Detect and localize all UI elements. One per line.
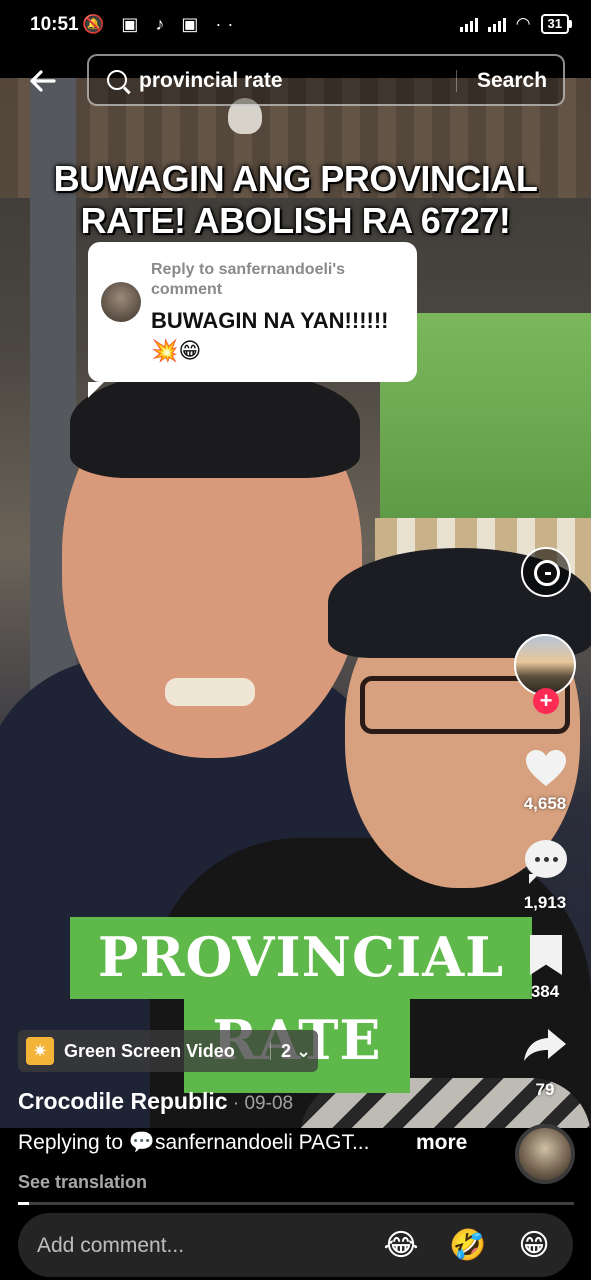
reply-comment-card[interactable]: Reply to sanfernandoeli's comment BUWAGI…	[88, 242, 417, 398]
notification-icons: 🔕 ▣ ♪ ▣ ··	[82, 14, 240, 34]
visual-search-icon[interactable]	[521, 547, 571, 597]
post-date: · 09-08	[227, 1093, 294, 1114]
caption-text: PAGT...	[292, 1131, 370, 1154]
add-comment-bar[interactable]: Add comment... 😂 🤣 😁	[18, 1213, 573, 1277]
comment-icon[interactable]	[525, 840, 567, 884]
video-headline-text: BUWAGIN ANG PROVINCIAL RATE! ABOLISH RA …	[53, 158, 538, 241]
reply-message: BUWAGIN NA YAN!!!!!! 💥😁	[151, 308, 389, 363]
status-time: 10:51	[30, 14, 79, 35]
reply-avatar	[101, 282, 141, 322]
reply-meta: Reply to sanfernandoeli's comment	[151, 261, 346, 298]
search-input[interactable]: provincial rate	[139, 69, 283, 93]
like-count: 4,658	[523, 794, 567, 813]
comment-count: 1,913	[523, 893, 567, 912]
emoji-grin-icon[interactable]: 😁	[515, 1227, 553, 1265]
person-1-hair	[70, 368, 360, 478]
search-button[interactable]: Search	[477, 69, 547, 93]
sound-disc-icon[interactable]	[515, 1124, 575, 1184]
back-arrow-svg	[30, 70, 56, 92]
video-progress-bar[interactable]	[18, 1202, 574, 1205]
sticker-provincial: PROVINCIAL	[70, 917, 532, 999]
save-count: 384	[530, 982, 560, 1001]
follow-plus-button[interactable]: +	[533, 688, 559, 714]
share-arrow-icon[interactable]	[522, 1027, 568, 1063]
search-divider	[456, 70, 457, 92]
effect-anchor[interactable]: ✷ Green Screen Video 2 ⌄	[18, 1030, 318, 1072]
comment-dot	[553, 857, 558, 862]
sticker-provincial-text: PROVINCIAL	[97, 925, 505, 989]
share-count: 79	[535, 1080, 555, 1099]
search-icon	[107, 70, 127, 90]
share-svg	[524, 1029, 566, 1061]
search-top-bar: provincial rate Search	[0, 52, 591, 110]
battery-icon: 31	[540, 14, 573, 34]
video-progress-fill	[18, 1202, 30, 1205]
emoji-rofl-icon[interactable]: 🤣	[449, 1227, 487, 1265]
author-name[interactable]: Crocodile Republic	[18, 1088, 228, 1114]
effect-label: Green Screen Video	[64, 1041, 235, 1061]
wifi-icon: ◠	[515, 14, 531, 33]
status-right-icons: ◠ 31	[459, 14, 573, 34]
like-heart-icon[interactable]	[524, 748, 568, 788]
green-screen-effect-icon: ✷	[26, 1037, 54, 1065]
back-arrow-icon[interactable]	[26, 64, 66, 98]
emoji-laughing-icon[interactable]: 😂	[382, 1227, 420, 1265]
effect-divider	[270, 1042, 271, 1060]
caption-more-button[interactable]: more	[416, 1131, 467, 1155]
signal-icon	[459, 16, 478, 32]
add-comment-input[interactable]: Add comment...	[37, 1234, 184, 1258]
signal-2-icon	[487, 16, 506, 32]
caption-mention[interactable]: 💬sanfernandoeli	[129, 1131, 293, 1154]
comment-dot	[535, 857, 540, 862]
creator-avatar[interactable]	[514, 634, 576, 696]
author-line[interactable]: Crocodile Republic · 09-08	[18, 1088, 293, 1115]
caption[interactable]: Replying to 💬sanfernandoeli PAGT...	[18, 1131, 468, 1155]
caption-prefix: Replying to	[18, 1131, 129, 1154]
effect-count[interactable]: 2 ⌄	[281, 1041, 311, 1062]
comment-dot	[544, 857, 549, 862]
heart-svg	[526, 750, 566, 786]
see-translation-link[interactable]: See translation	[18, 1172, 147, 1193]
search-box[interactable]: provincial rate Search	[87, 54, 565, 106]
person-1-smile	[165, 678, 255, 706]
status-bar: 10:51 🔕 ▣ ♪ ▣ ·· ◠ 31	[0, 0, 591, 52]
